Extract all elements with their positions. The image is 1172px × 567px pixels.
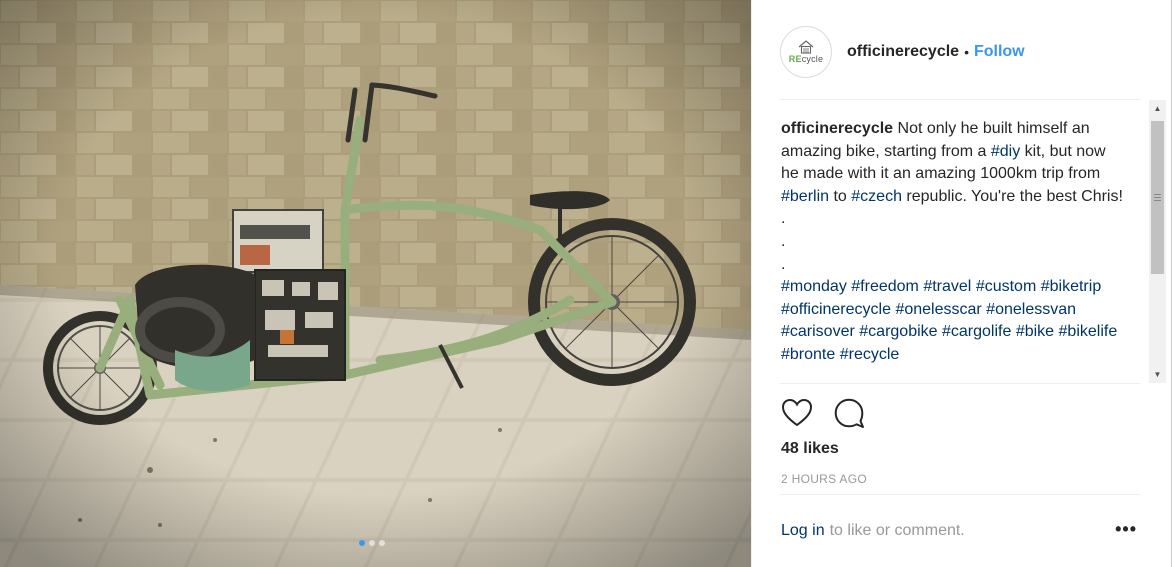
caption-dot: . <box>781 232 786 250</box>
hashtag-link[interactable]: #carisover <box>781 323 855 340</box>
username-link[interactable]: officinerecycle <box>847 43 959 61</box>
hashtag-link[interactable]: #officinerecycle <box>781 301 891 318</box>
post-photo[interactable] <box>0 0 751 567</box>
hashtag-link[interactable]: #berlin <box>781 188 829 205</box>
like-count[interactable]: 48 likes <box>781 440 839 458</box>
login-prompt-text: to like or comment. <box>829 522 965 539</box>
hashtag-link[interactable]: #bikelife <box>1059 323 1118 340</box>
caption-text: to <box>829 187 852 205</box>
comment-button[interactable] <box>832 396 866 430</box>
hashtag-link[interactable]: #travel <box>923 278 971 295</box>
more-options-button[interactable]: ••• <box>1115 520 1137 538</box>
hashtag-link[interactable]: #custom <box>976 278 1036 295</box>
scrollbar-thumb[interactable] <box>1151 121 1164 274</box>
post-header: REcycle officinerecycle • Follow <box>780 24 1140 80</box>
caption-dot: . <box>781 255 786 273</box>
scroll-down-arrow-icon[interactable]: ▼ <box>1149 366 1166 383</box>
scrollbar[interactable]: ▲ ▼ <box>1149 100 1166 383</box>
divider <box>780 383 1140 384</box>
heart-icon <box>781 398 813 427</box>
caption-dot: . <box>781 210 786 228</box>
hashtag-link[interactable]: #onelessvan <box>986 301 1076 318</box>
divider <box>780 494 1140 495</box>
caption-username[interactable]: officinerecycle <box>781 120 893 137</box>
comment-bubble-icon <box>834 398 864 428</box>
cargo-bike-photo <box>0 0 751 567</box>
hashtag-link[interactable]: #bronte <box>781 346 835 363</box>
hashtag-link[interactable]: #diy <box>991 143 1020 160</box>
hashtag-list: #monday #freedom #travel #custom #biketr… <box>781 278 1117 363</box>
post-caption: officinerecycle Not only he built himsel… <box>781 100 1126 367</box>
hashtag-link[interactable]: #czech <box>851 188 902 205</box>
avatar[interactable]: REcycle <box>780 26 832 78</box>
login-prompt: Log in to like or comment. ••• <box>781 520 1137 542</box>
follow-button[interactable]: Follow <box>974 43 1025 61</box>
separator-dot: • <box>964 44 969 60</box>
caption-text: republic. You're the best Chris! <box>901 187 1123 205</box>
carousel-indicator <box>359 540 385 546</box>
post-timestamp[interactable]: 2 HOURS AGO <box>781 472 867 486</box>
post-sidebar: REcycle officinerecycle • Follow officin… <box>751 0 1172 567</box>
hashtag-link[interactable]: #monday <box>781 278 847 295</box>
house-logo-icon <box>798 40 814 54</box>
hashtag-link[interactable]: #freedom <box>851 278 919 295</box>
scroll-up-arrow-icon[interactable]: ▲ <box>1149 100 1166 117</box>
carousel-dot[interactable] <box>359 540 365 546</box>
comments-scroll-area[interactable]: officinerecycle Not only he built himsel… <box>781 100 1151 383</box>
hashtag-link[interactable]: #onelesscar <box>895 301 981 318</box>
carousel-dot[interactable] <box>369 540 375 546</box>
hashtag-link[interactable]: #biketrip <box>1041 278 1101 295</box>
hashtag-link[interactable]: #cargolife <box>942 323 1011 340</box>
like-button[interactable] <box>780 396 814 430</box>
hashtag-link[interactable]: #bike <box>1016 323 1054 340</box>
login-link[interactable]: Log in <box>781 522 825 540</box>
post-actions <box>780 396 866 430</box>
grip-icon <box>1154 194 1161 201</box>
hashtag-link[interactable]: #cargobike <box>859 323 937 340</box>
avatar-logo-text: REcycle <box>788 54 824 64</box>
hashtag-link[interactable]: #recycle <box>840 346 900 363</box>
carousel-dot[interactable] <box>379 540 385 546</box>
